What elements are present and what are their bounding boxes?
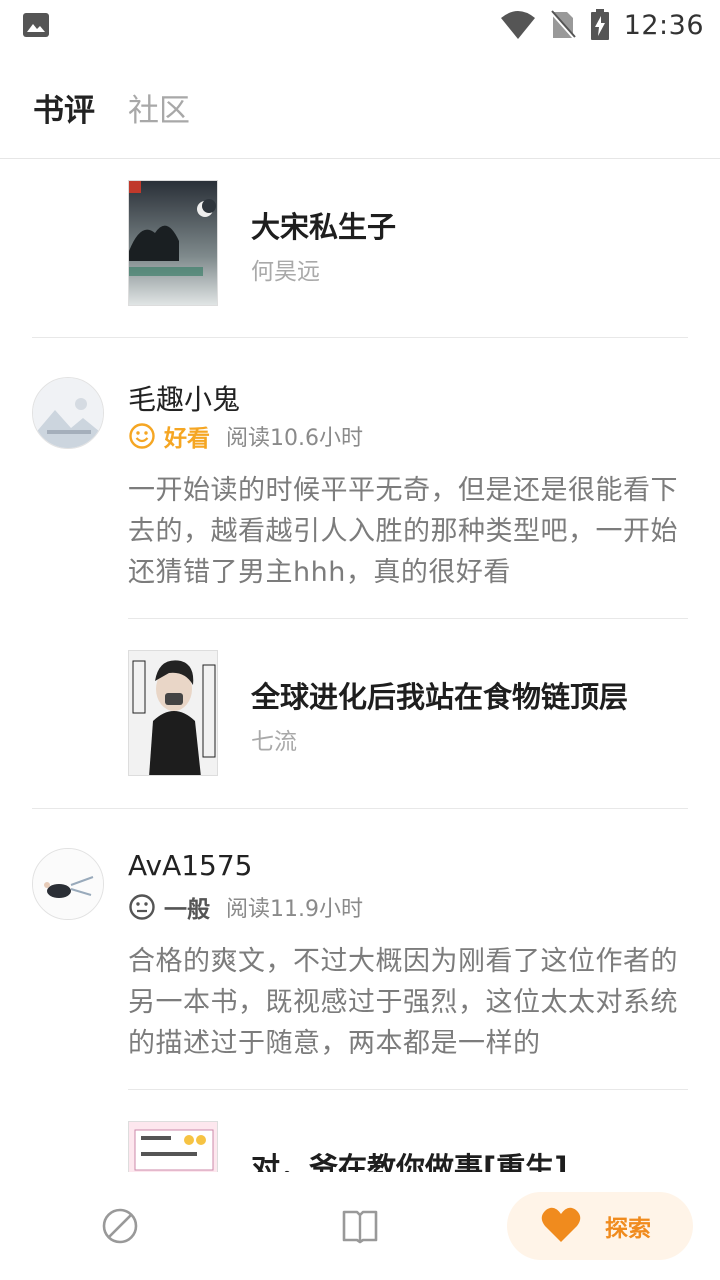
- rating-row: 好看 阅读10.6小时: [128, 420, 363, 452]
- book-title: 全球进化后我站在食物链顶层: [251, 680, 629, 714]
- battery-charging-icon: [590, 9, 609, 40]
- explore-label: 探索: [605, 1216, 651, 1242]
- divider: [128, 618, 688, 619]
- rating-row: 一般 阅读11.9小时: [128, 891, 363, 923]
- review-text[interactable]: 一开始读的时候平平无奇，但是还是很能看下去的，越看越引人入胜的那种类型吧，一开始…: [128, 470, 688, 593]
- rating-label: 好看: [164, 426, 210, 452]
- smile-icon: [129, 423, 155, 449]
- book-cover: [128, 180, 218, 306]
- neutral-face-icon: [129, 894, 155, 920]
- tab-book-reviews[interactable]: 书评: [33, 85, 95, 130]
- book-author: 何昊远: [251, 259, 320, 285]
- no-sim-icon: [549, 10, 576, 40]
- book-cover: [128, 1121, 218, 1172]
- compass-icon[interactable]: [100, 1206, 140, 1246]
- gallery-icon: [23, 13, 49, 37]
- divider: [32, 808, 688, 809]
- status-bar: 12:36: [0, 0, 720, 50]
- wifi-icon: [500, 11, 535, 39]
- heart-icon: [541, 1207, 581, 1242]
- book-title: 大宋私生子: [251, 210, 397, 244]
- clock: 12:36: [623, 9, 704, 41]
- header: 书评 社区: [0, 50, 720, 159]
- reading-time: 阅读11.9小时: [226, 897, 363, 922]
- book-card[interactable]: 全球进化后我站在食物链顶层 七流: [128, 650, 688, 776]
- rating-label: 一般: [164, 897, 210, 923]
- divider: [128, 1089, 688, 1090]
- book-cover: [128, 650, 218, 776]
- review-username[interactable]: 毛趣小鬼: [128, 378, 240, 418]
- book-icon[interactable]: [340, 1206, 380, 1246]
- book-title: 对，爷在教你做事[重生]: [251, 1151, 568, 1172]
- explore-button[interactable]: 探索: [507, 1192, 693, 1260]
- bottom-nav: 探索: [0, 1172, 720, 1280]
- review-feed[interactable]: 大宋私生子 何昊远 毛趣小鬼 好看 阅读10.6小时 一开始读的时候平平无奇，但…: [0, 160, 720, 1172]
- avatar[interactable]: [32, 377, 104, 449]
- review-text[interactable]: 合格的爽文，不过大概因为刚看了这位作者的另一本书，既视感过于强烈，这位太太对系统…: [128, 941, 688, 1064]
- book-card[interactable]: 大宋私生子 何昊远: [128, 180, 688, 306]
- divider: [32, 337, 688, 338]
- tab-community[interactable]: 社区: [128, 85, 190, 130]
- book-card[interactable]: 对，爷在教你做事[重生]: [128, 1121, 688, 1172]
- review-username[interactable]: AvA1575: [128, 849, 253, 882]
- book-author: 七流: [251, 729, 297, 755]
- reading-time: 阅读10.6小时: [226, 426, 363, 451]
- avatar[interactable]: [32, 848, 104, 920]
